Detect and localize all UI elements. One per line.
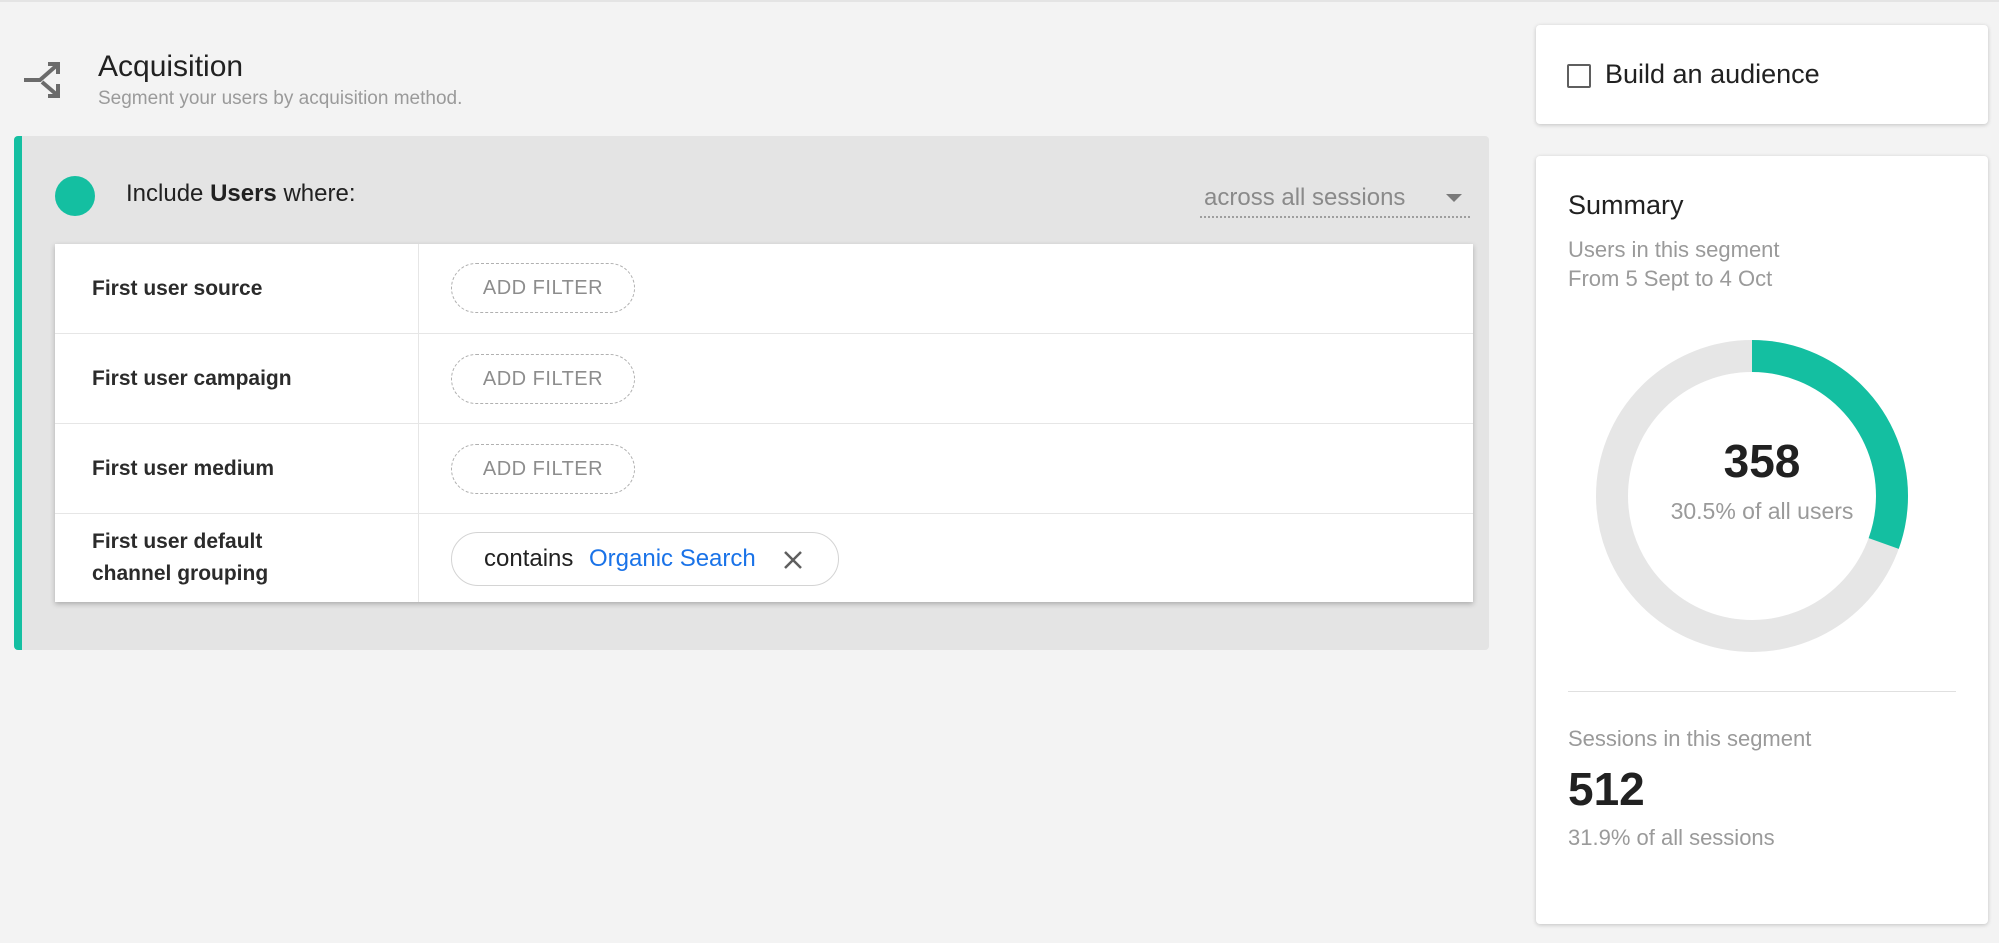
filter-row: First user default channel grouping cont… [55, 514, 1473, 602]
sessions-segment-label: Sessions in this segment [1568, 726, 1812, 751]
scope-value: across all sessions [1204, 184, 1406, 211]
filter-name: First user default channel grouping [92, 526, 268, 590]
entity-label: Users [210, 180, 277, 207]
build-audience-label[interactable]: Build an audience [1605, 59, 1820, 90]
column-divider [418, 244, 419, 333]
acquisition-merge-icon [24, 62, 60, 98]
page-title: Acquisition [98, 50, 244, 83]
users-donut-chart [1596, 340, 1908, 652]
where-label: where: [283, 180, 356, 207]
add-filter-button[interactable]: ADD FILTER [451, 354, 635, 404]
remove-filter-icon[interactable] [780, 533, 806, 585]
build-audience-checkbox[interactable] [1567, 64, 1591, 88]
filter-name-line: First user default [92, 530, 263, 553]
column-divider [418, 514, 419, 602]
top-divider [0, 0, 1999, 2]
condition-panel: Include Users where: across all sessions… [14, 136, 1489, 650]
filter-row: First user source ADD FILTER [55, 244, 1473, 334]
column-divider [418, 334, 419, 423]
users-count: 358 [1723, 435, 1801, 487]
sessions-count: 512 [1568, 763, 1645, 815]
summary-title: Summary [1568, 190, 1684, 220]
filter-name: First user source [92, 277, 263, 300]
filter-row: First user medium ADD FILTER [55, 424, 1473, 514]
scope-dropdown[interactable]: across all sessions [1200, 176, 1470, 218]
condition-indicator-dot [55, 176, 95, 216]
filter-chip[interactable]: contains Organic Search [451, 532, 839, 586]
filter-name: First user medium [92, 457, 275, 480]
date-range-label: From 5 Sept to 4 Oct [1568, 266, 1773, 291]
filter-table: First user source ADD FILTER First user … [55, 244, 1473, 602]
page-subtitle: Segment your users by acquisition method… [98, 88, 463, 109]
summary-card: Summary Users in this segment From 5 Sep… [1536, 156, 1988, 924]
filter-name: First user campaign [92, 367, 292, 390]
filter-operator: contains [484, 545, 574, 572]
filter-name-line: channel grouping [92, 562, 269, 585]
build-audience-card: Build an audience [1536, 25, 1988, 124]
users-segment-label: Users in this segment [1568, 237, 1780, 262]
condition-heading: Include Users where: [126, 180, 356, 208]
include-label: Include [126, 180, 204, 207]
column-divider [418, 424, 419, 513]
filter-row: First user campaign ADD FILTER [55, 334, 1473, 424]
add-filter-button[interactable]: ADD FILTER [451, 444, 635, 494]
add-filter-button[interactable]: ADD FILTER [451, 263, 635, 313]
summary-divider [1568, 691, 1956, 692]
users-percent: 30.5% of all users [1670, 498, 1854, 524]
filter-value: Organic Search [589, 545, 756, 572]
dropdown-caret-icon [1446, 194, 1462, 202]
sessions-percent: 31.9% of all sessions [1568, 825, 1775, 850]
